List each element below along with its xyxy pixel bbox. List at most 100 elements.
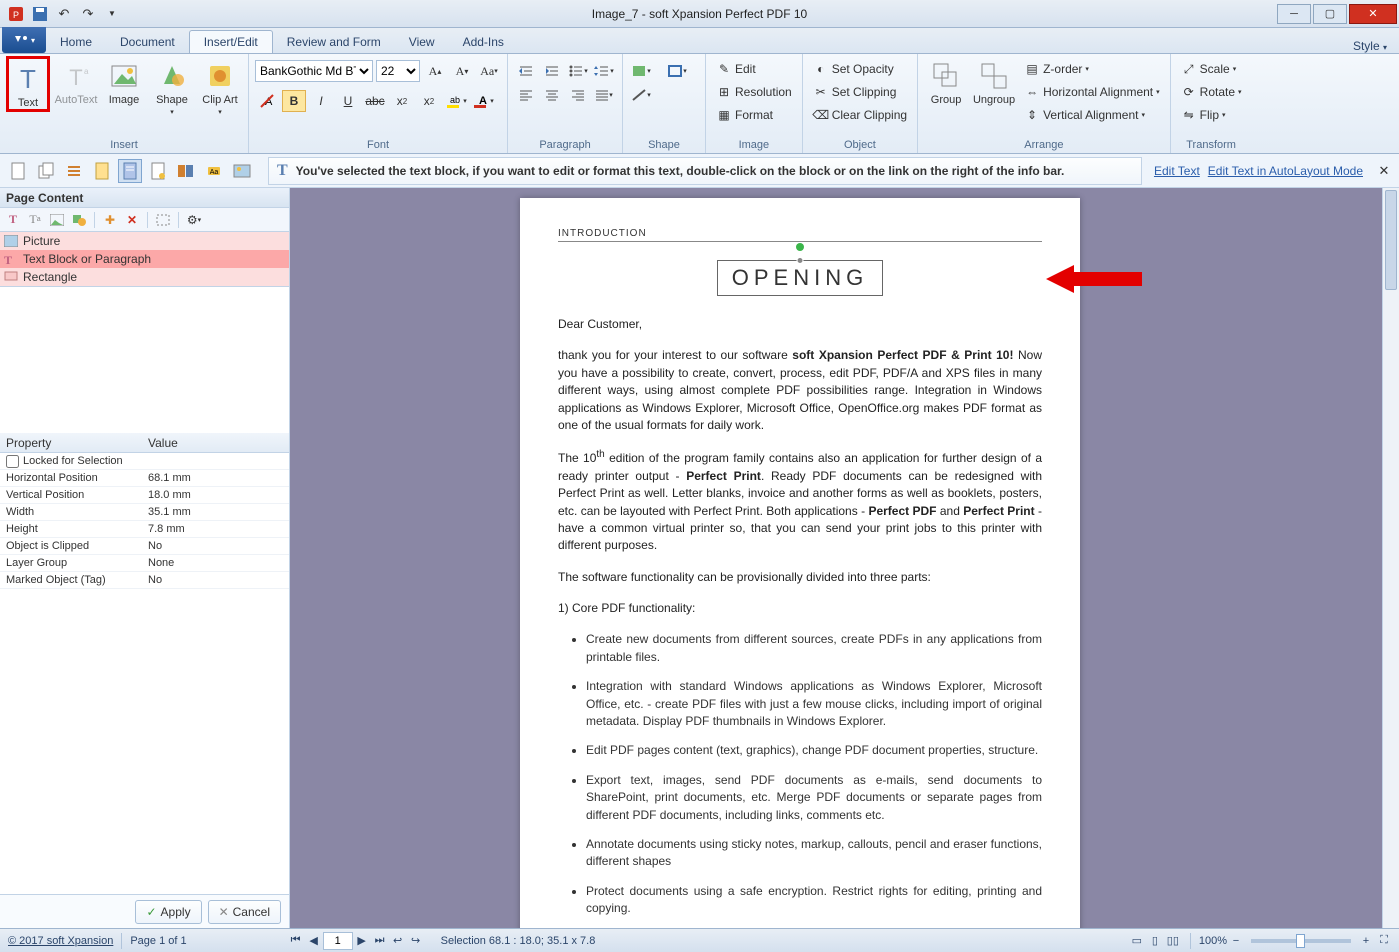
halign-button[interactable]: ⇔Horizontal Alignment ▾ — [1020, 81, 1164, 103]
grow-font-button[interactable]: A▴ — [423, 60, 447, 82]
font-family-select[interactable]: BankGothic Md BT — [255, 60, 373, 82]
tab-insert-edit[interactable]: Insert/Edit — [189, 30, 273, 53]
align-right-button[interactable] — [566, 84, 590, 106]
file-menu-button[interactable]: ▾ — [2, 27, 46, 53]
italic-button[interactable]: I — [309, 90, 333, 112]
next-page-button[interactable]: ▶ — [353, 932, 371, 950]
ptb-select-icon[interactable] — [154, 211, 172, 229]
property-row[interactable]: Marked Object (Tag)No — [0, 572, 289, 589]
image-edit-button[interactable]: ✎Edit — [712, 58, 796, 80]
tb2-copy-icon[interactable] — [34, 159, 58, 183]
shape-fill-button[interactable]: ▾ — [629, 60, 653, 82]
nav-back-button[interactable]: ↩ — [389, 932, 407, 950]
first-page-button[interactable]: ⏮ — [287, 932, 305, 950]
flip-button[interactable]: ⇋Flip ▾ — [1177, 104, 1246, 126]
document-view[interactable]: INTRODUCTION OPENING Dear Customer, than… — [290, 188, 1399, 928]
redo-icon[interactable]: ↷ — [78, 4, 98, 24]
tb2-book-icon[interactable] — [174, 159, 198, 183]
valign-button[interactable]: ⇕Vertical Alignment ▾ — [1020, 104, 1164, 126]
page-number-input[interactable] — [323, 932, 353, 950]
maximize-button[interactable]: ▢ — [1313, 4, 1347, 24]
align-left-button[interactable] — [514, 84, 538, 106]
hint-close-button[interactable]: ✕ — [1375, 163, 1393, 179]
shape-style-button[interactable]: ▾ — [629, 84, 653, 106]
tab-addins[interactable]: Add-Ins — [449, 31, 518, 53]
font-color-button[interactable]: A▾ — [471, 90, 495, 112]
underline-button[interactable]: U — [336, 90, 360, 112]
tb2-doc-icon[interactable] — [146, 159, 170, 183]
rotate-handle[interactable] — [796, 243, 804, 251]
strikethrough-button[interactable]: abc — [363, 90, 387, 112]
view-facing-button[interactable]: ▯▯ — [1164, 932, 1182, 950]
zoom-fit-button[interactable]: ⛶ — [1375, 932, 1393, 950]
tb2-page-icon[interactable] — [6, 159, 30, 183]
apply-button[interactable]: ✓Apply — [135, 900, 201, 924]
sel-handle[interactable] — [797, 257, 804, 264]
insert-shape-button[interactable]: Shape▾ — [150, 56, 194, 116]
line-spacing-button[interactable]: ▾ — [592, 60, 616, 82]
close-button[interactable]: ✕ — [1349, 4, 1397, 24]
align-justify-button[interactable]: ▾ — [592, 84, 616, 106]
tb2-tag-icon[interactable]: Aa — [202, 159, 226, 183]
copyright-link[interactable]: © 2017 soft Xpansion — [0, 935, 113, 947]
zoom-out-button[interactable]: − — [1227, 932, 1245, 950]
tb2-image-icon[interactable] — [230, 159, 254, 183]
image-resolution-button[interactable]: ⊞Resolution — [712, 81, 796, 103]
property-row[interactable]: Object is ClippedNo — [0, 538, 289, 555]
ptb-delete-icon[interactable]: ✕ — [123, 211, 141, 229]
insert-clipart-button[interactable]: Clip Art▾ — [198, 56, 242, 116]
highlight-color-button[interactable]: ab▾ — [444, 90, 468, 112]
opening-textblock[interactable]: OPENING — [717, 260, 883, 296]
property-row[interactable]: Horizontal Position68.1 mm — [0, 470, 289, 487]
tb2-layout-icon[interactable] — [118, 159, 142, 183]
property-row[interactable]: Height7.8 mm — [0, 521, 289, 538]
prev-page-button[interactable]: ◀ — [305, 932, 323, 950]
clear-formatting-button[interactable]: A — [255, 90, 279, 112]
tab-view[interactable]: View — [395, 31, 449, 53]
opening-selection[interactable]: OPENING — [558, 260, 1042, 296]
content-item-rectangle[interactable]: Rectangle — [0, 268, 289, 286]
property-row[interactable]: Locked for Selection — [0, 453, 289, 470]
scale-button[interactable]: ⤢Scale ▾ — [1177, 58, 1246, 80]
cancel-button[interactable]: ✕Cancel — [208, 900, 281, 924]
outdent-button[interactable] — [514, 60, 538, 82]
rotate-button[interactable]: ⟳Rotate ▾ — [1177, 81, 1246, 103]
last-page-button[interactable]: ⏭ — [371, 932, 389, 950]
subscript-button[interactable]: x2 — [390, 90, 414, 112]
tab-review-form[interactable]: Review and Form — [273, 31, 395, 53]
tab-document[interactable]: Document — [106, 31, 189, 53]
property-row[interactable]: Vertical Position18.0 mm — [0, 487, 289, 504]
set-clipping-button[interactable]: ✂Set Clipping — [809, 81, 911, 103]
scrollbar-thumb[interactable] — [1385, 190, 1397, 290]
ptb-image-icon[interactable] — [48, 211, 66, 229]
minimize-button[interactable]: ─ — [1277, 4, 1311, 24]
change-case-button[interactable]: Aa▾ — [477, 60, 501, 82]
ptb-text-icon[interactable]: T — [4, 211, 22, 229]
ptb-new-icon[interactable]: ✚ — [101, 211, 119, 229]
edit-text-autolayout-link[interactable]: Edit Text in AutoLayout Mode — [1208, 164, 1363, 178]
document-page[interactable]: INTRODUCTION OPENING Dear Customer, than… — [520, 198, 1080, 928]
style-dropdown[interactable]: Style ▾ — [1353, 39, 1399, 53]
shape-outline-button[interactable]: ▾ — [665, 60, 689, 82]
undo-icon[interactable]: ↶ — [54, 4, 74, 24]
superscript-button[interactable]: x2 — [417, 90, 441, 112]
insert-image-button[interactable]: Image — [102, 56, 146, 106]
content-item-picture[interactable]: Picture — [0, 232, 289, 250]
shrink-font-button[interactable]: A▾ — [450, 60, 474, 82]
property-row[interactable]: Width35.1 mm — [0, 504, 289, 521]
tb2-note-icon[interactable] — [90, 159, 114, 183]
content-item-textblock[interactable]: TText Block or Paragraph — [0, 250, 289, 268]
qat-dropdown-icon[interactable]: ▼ — [102, 4, 122, 24]
clear-clipping-button[interactable]: ⌫Clear Clipping — [809, 104, 911, 126]
zorder-button[interactable]: ▤Z-order ▾ — [1020, 58, 1164, 80]
insert-autotext-button[interactable]: Ta AutoText — [54, 56, 98, 106]
nav-forward-button[interactable]: ↪ — [407, 932, 425, 950]
locked-checkbox[interactable] — [6, 455, 19, 468]
vertical-scrollbar[interactable] — [1382, 188, 1399, 928]
align-center-button[interactable] — [540, 84, 564, 106]
edit-text-link[interactable]: Edit Text — [1154, 164, 1200, 178]
ptb-autotext-icon[interactable]: Ta — [26, 211, 44, 229]
save-icon[interactable] — [30, 4, 50, 24]
view-continuous-button[interactable]: ▯ — [1146, 932, 1164, 950]
zoom-in-button[interactable]: + — [1357, 932, 1375, 950]
